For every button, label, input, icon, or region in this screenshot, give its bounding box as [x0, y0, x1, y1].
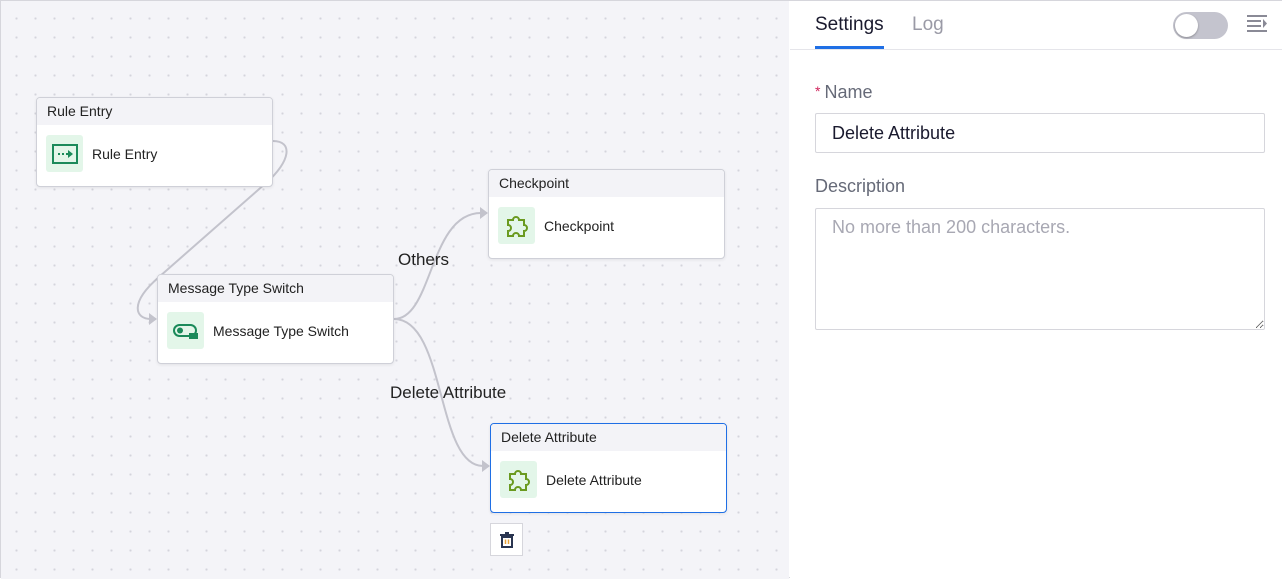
node-message-type-switch[interactable]: Message Type Switch Message Type Switch: [157, 274, 394, 364]
required-mark: *: [815, 83, 821, 99]
name-label-text: Name: [824, 82, 873, 102]
enable-toggle[interactable]: [1173, 12, 1228, 39]
switch-icon: [167, 312, 204, 349]
node-label: Checkpoint: [544, 217, 615, 234]
arrow-icon: [480, 207, 488, 219]
arrow-icon: [482, 460, 490, 472]
node-label: Rule Entry: [92, 145, 158, 162]
description-input[interactable]: [815, 208, 1265, 330]
node-header: Rule Entry: [37, 98, 272, 125]
tab-log[interactable]: Log: [912, 14, 944, 36]
node-checkpoint[interactable]: Checkpoint Checkpoint: [488, 169, 725, 259]
node-header: Message Type Switch: [158, 275, 393, 302]
arrow-icon: [149, 313, 157, 325]
puzzle-icon: [500, 461, 537, 498]
description-label: Description: [815, 176, 906, 196]
edge-label-others[interactable]: Others: [398, 250, 449, 270]
edge-label-delete-attribute[interactable]: Delete Attribute: [390, 383, 506, 403]
node-delete-attribute[interactable]: Delete Attribute Delete Attribute: [490, 423, 727, 513]
puzzle-icon: [498, 207, 535, 244]
trash-icon: [499, 531, 514, 548]
tab-settings[interactable]: Settings: [815, 14, 884, 49]
node-header: Delete Attribute: [491, 424, 726, 451]
delete-node-button[interactable]: [490, 523, 523, 556]
node-label: Message Type Switch: [213, 322, 349, 339]
collapse-panel-icon[interactable]: [1247, 14, 1269, 32]
flow-canvas[interactable]: Rule Entry Rule Entry Checkpoint Checkpo…: [1, 1, 789, 579]
name-input[interactable]: [815, 113, 1265, 153]
node-header: Checkpoint: [489, 170, 724, 197]
settings-panel: Settings Log *Name Description: [790, 1, 1282, 579]
name-label: * Name: [815, 82, 872, 103]
node-label: Delete Attribute: [546, 471, 642, 488]
node-rule-entry[interactable]: Rule Entry Rule Entry: [36, 97, 273, 187]
rule-entry-icon: [46, 135, 83, 172]
panel-tabs: Settings Log: [790, 1, 1282, 50]
